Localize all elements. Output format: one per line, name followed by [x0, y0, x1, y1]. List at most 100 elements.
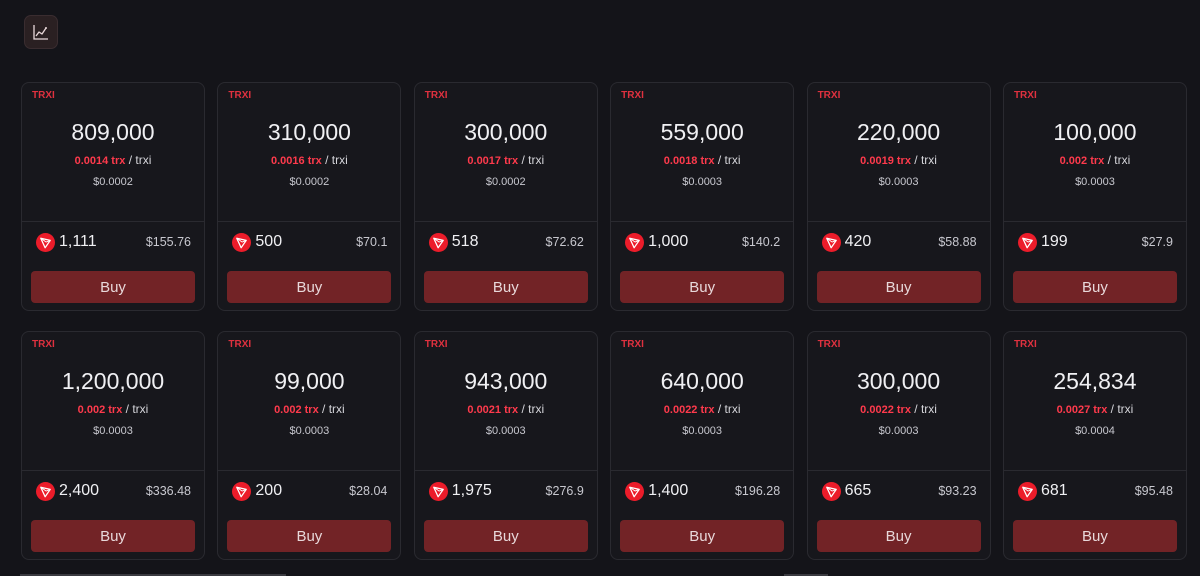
total-price-usd: $58.88 [938, 235, 977, 249]
buy-button[interactable]: Buy [816, 271, 981, 303]
tron-icon [232, 482, 252, 501]
line-chart-icon [33, 25, 48, 40]
unit-price-separator: / trxi [518, 402, 545, 416]
unit-price-usd: $0.0004 [1075, 425, 1115, 437]
listing-summary: TRXI 300,000 0.0022 trx / trxi $0.0003 [807, 332, 990, 471]
listing-summary: TRXI 559,000 0.0018 trx / trxi $0.0003 [611, 83, 794, 222]
token-amount: 809,000 [71, 119, 155, 145]
total-price-trx: 665 [844, 482, 872, 499]
ticker-label: TRXI [424, 339, 448, 350]
listing-summary: TRXI 254,834 0.0027 trx / trxi $0.0004 [1003, 332, 1186, 471]
total-price-usd: $336.48 [145, 484, 191, 498]
unit-price-separator: / trxi [910, 153, 937, 167]
listing-summary: TRXI 809,000 0.0014 trx / trxi $0.0002 [22, 83, 204, 222]
ticker-label: TRXI [228, 339, 252, 350]
unit-price-trx: 0.0027 trx [1056, 404, 1108, 416]
listing-card: TRXI 943,000 0.0021 trx / trxi $0.0003 1… [413, 331, 598, 560]
tron-icon [625, 482, 645, 501]
listing-card: TRXI 809,000 0.0014 trx / trxi $0.0002 1… [21, 82, 205, 311]
unit-price-usd: $0.0002 [93, 176, 133, 188]
total-price-trx: 2,400 [59, 482, 100, 499]
total-price-usd: $95.48 [1134, 484, 1173, 498]
unit-price-trx: 0.0018 trx [663, 155, 715, 167]
ticker-label: TRXI [32, 339, 55, 350]
buy-button[interactable]: Buy [620, 520, 785, 552]
ticker-label: TRXI [228, 90, 252, 101]
listing-total: 1,400 $196.28 Buy [611, 471, 793, 559]
buy-button[interactable]: Buy [1012, 520, 1177, 552]
total-price-usd: $196.28 [734, 484, 781, 498]
unit-price-trx: 0.0014 trx [74, 155, 126, 167]
unit-price: 0.002 trx / trxi [22, 402, 204, 416]
listing-summary: TRXI 300,000 0.0017 trx / trxi $0.0002 [414, 83, 597, 222]
total-price-trx: 1,111 [59, 233, 97, 250]
unit-price-trx: 0.0022 trx [860, 404, 911, 416]
total-price-trx: 420 [844, 233, 872, 250]
unit-price-usd: $0.0003 [878, 176, 919, 188]
listing-total: 200 $28.04 Buy [218, 471, 400, 559]
unit-price-usd: $0.0003 [682, 425, 723, 437]
buy-button[interactable]: Buy [31, 520, 195, 552]
unit-price: 0.002 trx / trxi [218, 402, 400, 416]
listing-total: 199 $27.9 Buy [1004, 222, 1186, 310]
token-amount: 100,000 [1053, 119, 1137, 145]
tron-icon [1017, 233, 1037, 252]
total-price-trx: 500 [255, 233, 283, 250]
listing-total: 500 $70.1 Buy [218, 222, 400, 310]
unit-price: 0.0017 trx / trxi [415, 153, 597, 167]
listing-total: 1,975 $276.9 Buy [415, 471, 597, 559]
listing-total: 2,400 $336.48 Buy [22, 471, 204, 559]
listing-card: TRXI 640,000 0.0022 trx / trxi $0.0003 1… [610, 331, 795, 560]
unit-price-separator: / trxi [321, 153, 348, 167]
listing-summary: TRXI 100,000 0.002 trx / trxi $0.0003 [1003, 83, 1186, 222]
unit-price-trx: 0.0019 trx [860, 155, 911, 167]
listing-card: TRXI 254,834 0.0027 trx / trxi $0.0004 6… [1002, 331, 1187, 560]
token-amount: 300,000 [856, 368, 941, 394]
unit-price-trx: 0.0022 trx [663, 404, 715, 416]
total-price-usd: $27.9 [1141, 235, 1173, 249]
listing-card: TRXI 300,000 0.0017 trx / trxi $0.0002 5… [413, 82, 598, 311]
unit-price: 0.0022 trx / trxi [808, 402, 990, 416]
buy-button[interactable]: Buy [1012, 271, 1177, 303]
ticker-label: TRXI [424, 90, 448, 101]
listing-summary: TRXI 310,000 0.0016 trx / trxi $0.0002 [218, 83, 401, 222]
tron-icon [232, 233, 252, 252]
unit-price-usd: $0.0003 [93, 425, 133, 437]
ticker-label: TRXI [32, 90, 55, 101]
total-price-trx: 1,975 [451, 482, 492, 499]
unit-price: 0.0021 trx / trxi [415, 402, 597, 416]
buy-button[interactable]: Buy [816, 520, 981, 552]
tron-icon [36, 482, 55, 501]
buy-button[interactable]: Buy [227, 520, 392, 552]
listing-total: 1,111 $155.76 Buy [22, 222, 204, 310]
buy-button[interactable]: Buy [620, 271, 785, 303]
unit-price-separator: / trxi [318, 402, 345, 416]
total-price-trx: 200 [255, 482, 283, 499]
listing-grid: TRXI 809,000 0.0014 trx / trxi $0.0002 1… [21, 82, 1187, 560]
unit-price-usd: $0.0003 [878, 425, 919, 437]
buy-button[interactable]: Buy [423, 271, 588, 303]
ticker-label: TRXI [1013, 90, 1037, 101]
total-price-usd: $28.04 [349, 484, 388, 498]
buy-button[interactable]: Buy [227, 271, 392, 303]
token-amount: 559,000 [660, 119, 744, 145]
unit-price-separator: / trxi [1107, 402, 1134, 416]
unit-price-trx: 0.002 trx [274, 404, 319, 416]
listing-summary: TRXI 640,000 0.0022 trx / trxi $0.0003 [611, 332, 794, 471]
tron-icon [821, 482, 841, 501]
unit-price-usd: $0.0003 [289, 425, 330, 437]
buy-button[interactable]: Buy [31, 271, 195, 303]
listing-card: TRXI 99,000 0.002 trx / trxi $0.0003 200… [217, 331, 402, 560]
ticker-label: TRXI [817, 339, 841, 350]
unit-price-usd: $0.0002 [289, 176, 330, 188]
total-price-usd: $70.1 [356, 235, 388, 249]
listing-total: 665 $93.23 Buy [808, 471, 990, 559]
unit-price-separator: / trxi [714, 402, 741, 416]
buy-button[interactable]: Buy [423, 520, 588, 552]
tron-icon [428, 233, 448, 252]
ticker-label: TRXI [817, 90, 841, 101]
chart-toggle-button[interactable] [24, 15, 58, 49]
total-price-usd: $72.62 [545, 235, 584, 249]
unit-price-separator: / trxi [125, 153, 152, 167]
unit-price-separator: / trxi [714, 153, 741, 167]
